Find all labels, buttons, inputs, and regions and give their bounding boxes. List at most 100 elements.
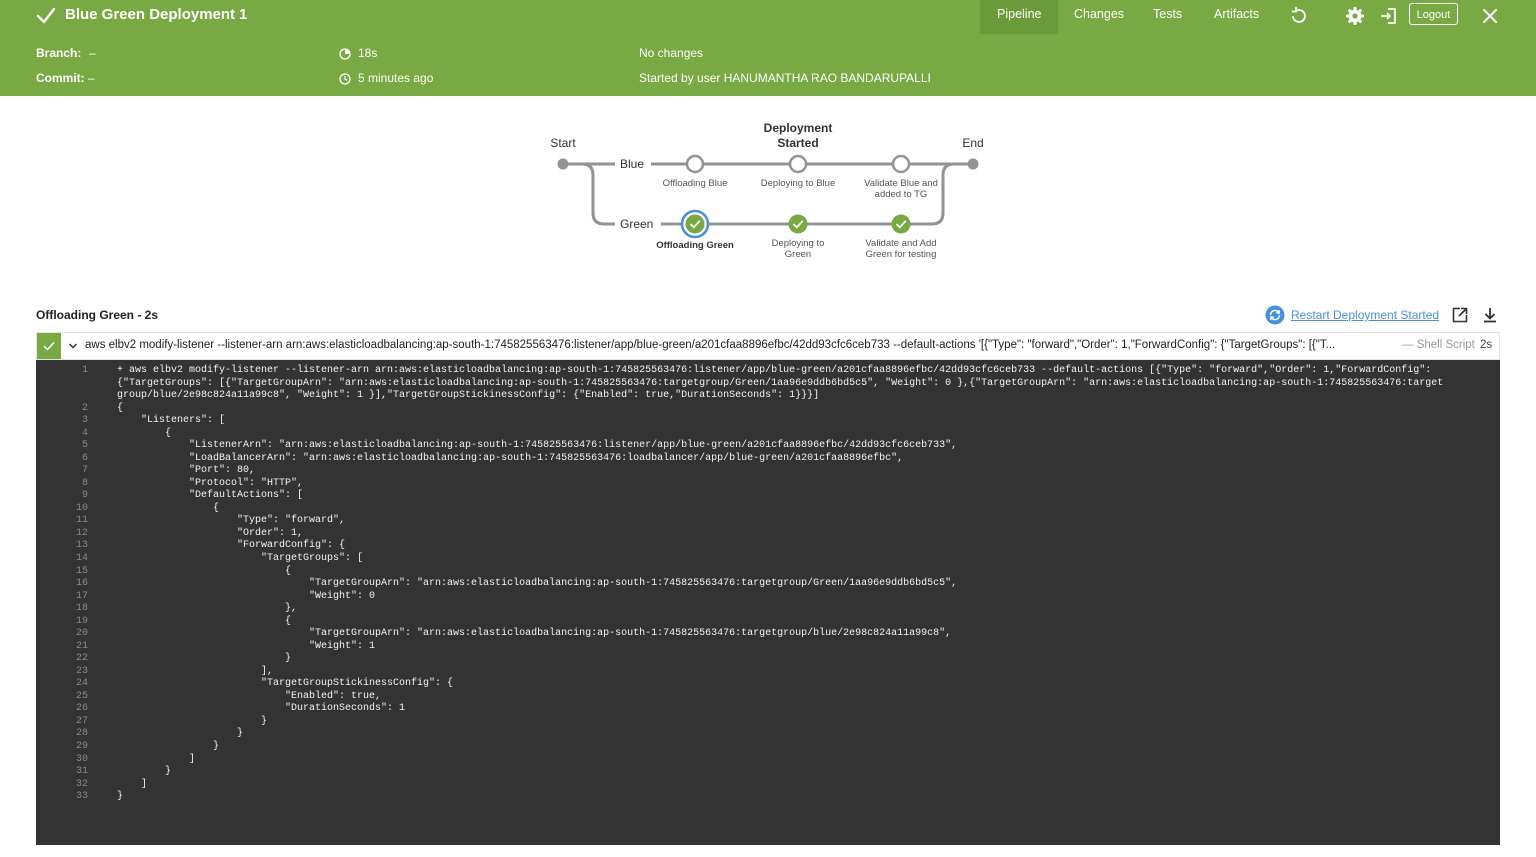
log-line-number[interactable]: 22 [36, 653, 88, 666]
log-line-number[interactable]: 9 [36, 490, 88, 503]
log-line-text: "DefaultActions": [ [117, 490, 304, 502]
log-line-number[interactable]: 32 [36, 779, 88, 792]
log-line-number[interactable]: 19 [36, 616, 88, 629]
log-line-number[interactable]: 10 [36, 503, 88, 516]
branch-green-label: Green [620, 217, 653, 231]
log-line-number[interactable]: 28 [36, 728, 88, 741]
step-node-offloading-green[interactable] [685, 214, 705, 234]
tab-changes[interactable]: Changes [1057, 0, 1141, 34]
chevron-down-icon[interactable] [67, 340, 79, 352]
log-line-number[interactable]: 11 [36, 515, 88, 528]
run-number: 1 [239, 6, 248, 23]
log-line-number[interactable]: 30 [36, 754, 88, 767]
step-node-deploying-green[interactable] [788, 214, 808, 234]
log-line-text: "LoadBalancerArn": "arn:aws:elasticloadb… [117, 452, 904, 464]
close-icon[interactable] [1480, 6, 1500, 26]
log-line-number[interactable]: 1 [36, 365, 88, 378]
log-line-text: } [117, 741, 220, 753]
log-line-text: "ListenerArn": "arn:aws:elasticloadbalan… [117, 440, 958, 452]
log-line-text: ], [117, 665, 274, 677]
restart-icon [1265, 305, 1285, 325]
step-label-validate-green-2: Green for testing [866, 249, 937, 260]
log-line-text: "Port": 80, [117, 465, 256, 477]
step-node-deploying-blue[interactable] [788, 154, 808, 174]
log-line-number[interactable]: 18 [36, 603, 88, 616]
log-line-text: { [117, 502, 220, 514]
log-line-number[interactable]: 4 [36, 428, 88, 441]
stage-label-line2: Started [777, 136, 818, 150]
log-line-number[interactable]: 5 [36, 440, 88, 453]
log-line-text: } [117, 728, 244, 740]
tab-tests[interactable]: Tests [1136, 0, 1199, 34]
log-line-number[interactable]: 23 [36, 666, 88, 679]
log-line-text: "Protocol": "HTTP", [117, 477, 304, 489]
log-line-text: "TargetGroups": [ [117, 552, 364, 564]
log-line-number[interactable]: 16 [36, 578, 88, 591]
go-to-classic-icon[interactable] [1378, 6, 1398, 26]
log-line-text: } [117, 766, 172, 778]
log-line-number[interactable]: 17 [36, 591, 88, 604]
log-line-text: + aws elbv2 modify-listener --listener-a… [117, 365, 1444, 401]
rerun-icon[interactable] [1289, 6, 1309, 26]
step-label-deploying-blue: Deploying to Blue [761, 178, 835, 189]
logout-button[interactable]: Logout [1409, 3, 1458, 25]
open-external-icon[interactable] [1451, 306, 1469, 324]
pipeline-graph: Start End Deployment Started Blue Green … [540, 118, 1000, 268]
log-line-number[interactable]: 14 [36, 553, 88, 566]
step-status [37, 333, 61, 359]
log-line-number[interactable]: 2 [36, 403, 88, 416]
header-bar: Blue Green Deployment 1 Pipeline Changes… [0, 0, 1536, 34]
log-line-number[interactable]: 8 [36, 478, 88, 491]
log-line-text: "Enabled": true, [117, 690, 382, 702]
log-line-number[interactable]: 6 [36, 453, 88, 466]
branch-label: Branch: [36, 46, 82, 60]
step-node-validate-green[interactable] [891, 214, 911, 234]
log-output: 1 + aws elbv2 modify-listener --listener-… [36, 360, 1500, 845]
step-node-offloading-blue[interactable] [685, 154, 705, 174]
log-line-number[interactable]: 27 [36, 716, 88, 729]
download-icon[interactable] [1481, 306, 1499, 324]
pipeline-title[interactable]: Blue Green Deployment [65, 6, 235, 23]
log-line-number[interactable]: 13 [36, 540, 88, 553]
log-line-text: ] [117, 753, 196, 765]
log-line-number[interactable]: 24 [36, 678, 88, 691]
step-type: — Shell Script [1402, 339, 1475, 351]
log-line-number[interactable]: 12 [36, 528, 88, 541]
end-node [967, 158, 979, 170]
log-line-text: } [117, 791, 124, 803]
clock-icon [339, 73, 351, 85]
log-line-number[interactable]: 25 [36, 691, 88, 704]
log-line-number[interactable]: 33 [36, 791, 88, 804]
started-by-text: Started by user HANUMANTHA RAO BANDARUPA… [639, 71, 931, 85]
step-node-validate-blue[interactable] [891, 154, 911, 174]
step-label-deploying-green-2: Green [785, 249, 811, 260]
step-row[interactable]: aws elbv2 modify-listener --listener-arn… [36, 332, 1500, 360]
gear-icon[interactable] [1345, 6, 1365, 26]
run-time-ago: 5 minutes ago [358, 71, 434, 85]
branch-blue-label: Blue [620, 157, 644, 171]
log-line-number[interactable]: 3 [36, 415, 88, 428]
tab-artifacts[interactable]: Artifacts [1197, 0, 1276, 34]
log-line-text: }, [117, 603, 298, 615]
branch-value: – [89, 46, 96, 60]
run-duration: 18s [358, 46, 378, 60]
restart-stage-link[interactable]: Restart Deployment Started [1265, 305, 1439, 325]
tab-pipeline[interactable]: Pipeline [980, 0, 1059, 34]
success-check-icon [36, 7, 56, 24]
log-line-number[interactable]: 29 [36, 741, 88, 754]
log-line-text: "TargetGroupStickinessConfig": { [117, 678, 454, 690]
log-line-number[interactable]: 15 [36, 566, 88, 579]
step-duration: 2s [1480, 339, 1493, 351]
log-line-number[interactable]: 21 [36, 641, 88, 654]
log-line-text: "TargetGroupArn": "arn:aws:elasticloadba… [117, 578, 958, 590]
step-label-validate-green-1: Validate and Add [865, 238, 936, 249]
step-label-validate-blue-1: Validate Blue and [864, 178, 938, 189]
step-label-validate-blue-2: added to TG [875, 189, 928, 200]
step-label-deploying-green-1: Deploying to [772, 238, 825, 249]
log-line-number[interactable]: 7 [36, 465, 88, 478]
log-line-number[interactable]: 31 [36, 766, 88, 779]
log-line-number[interactable]: 20 [36, 628, 88, 641]
step-title: Offloading Green - 2s [36, 308, 159, 322]
log-line-text: "Listeners": [ [117, 415, 226, 427]
log-line-number[interactable]: 26 [36, 703, 88, 716]
